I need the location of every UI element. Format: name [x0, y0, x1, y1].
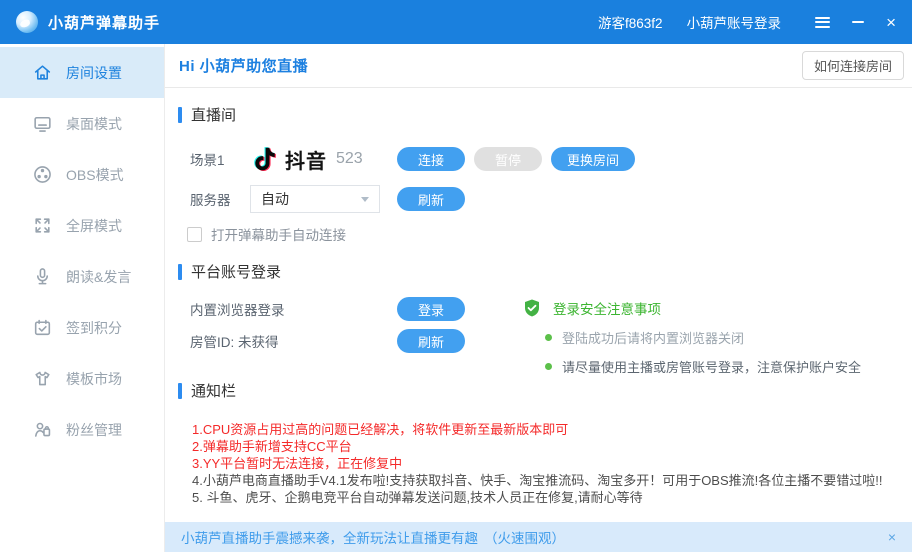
bullet-dot-icon [545, 334, 552, 341]
sidebar-item-desktop-mode[interactable]: 桌面模式 [0, 98, 164, 149]
greeting-text: Hi 小葫芦助您直播 [179, 58, 309, 75]
change-room-button[interactable]: 更换房间 [551, 147, 636, 171]
sidebar-item-label: 粉丝管理 [66, 421, 122, 438]
notice-item: 4.小葫芦电商直播助手V4.1发布啦!支持获取抖音、快手、淘宝推流码、淘宝多开！… [192, 473, 883, 488]
server-row: 服务器 自动 刷新 [190, 185, 912, 213]
sidebar-item-template-market[interactable]: 模板市场 [0, 353, 164, 404]
calendar-check-icon [32, 317, 53, 338]
tip-item: 请尽量使用主播或房管账号登录，注意保护账户安全 [522, 357, 912, 376]
douyin-icon [254, 147, 276, 172]
tips-title: 登录安全注意事项 [553, 302, 661, 317]
desktop-icon [32, 113, 53, 134]
notice-item: 2.弹幕助手新增支持CC平台 [192, 439, 352, 454]
guest-id-label[interactable]: 游客f863f2 [598, 12, 663, 32]
titlebar: 小葫芦弹幕助手 游客f863f2 小葫芦账号登录 × [0, 0, 912, 44]
platform-name: 抖音 [285, 150, 327, 173]
server-refresh-button[interactable]: 刷新 [397, 187, 465, 211]
notice-item: 3.YY平台暂时无法连接，正在修复中 [192, 456, 403, 471]
scene-row: 场景1 抖音 523 连接 暂停 更换房间 [190, 139, 912, 179]
login-button[interactable]: 登录 [397, 297, 465, 321]
app-title: 小葫芦弹幕助手 [48, 14, 161, 32]
platform-login-body: 内置浏览器登录 登录 房管ID: 未获得 刷新 登录安全注意事项 登陆成功后请将… [190, 296, 912, 375]
pause-button[interactable]: 暂停 [474, 147, 542, 171]
tip-item: 登陆成功后请将内置浏览器关闭 [522, 328, 912, 347]
main-panel: Hi 小葫芦助您直播 如何连接房间 直播间 场景1 抖音 523 连接 暂停 更… [165, 44, 912, 552]
how-to-connect-button[interactable]: 如何连接房间 [801, 51, 904, 80]
minimize-icon[interactable] [852, 12, 865, 32]
account-login-link[interactable]: 小葫芦账号登录 [687, 12, 782, 32]
platform-login-section-title: 平台账号登录 [178, 261, 912, 282]
sidebar-item-label: 模板市场 [66, 370, 122, 387]
menu-icon[interactable] [815, 12, 831, 32]
login-safety-tips: 登录安全注意事项 登陆成功后请将内置浏览器关闭 请尽量使用主播或房管账号登录，注… [522, 298, 912, 376]
main-header: Hi 小葫芦助您直播 如何连接房间 [165, 44, 912, 88]
live-room-section-title: 直播间 [178, 104, 912, 125]
sidebar-item-checkin-points[interactable]: 签到积分 [0, 302, 164, 353]
room-manager-id-label: 房管ID: 未获得 [190, 335, 279, 350]
fullscreen-icon [32, 215, 53, 236]
notice-section-title: 通知栏 [178, 380, 912, 401]
home-icon [32, 62, 53, 83]
server-select[interactable]: 自动 [250, 185, 380, 213]
notice-item: 5. 斗鱼、虎牙、企鹅电竞平台自动弹幕发送问题,技术人员正在修复,请耐心等待 [192, 490, 643, 505]
server-select-value: 自动 [261, 191, 289, 207]
promo-link[interactable]: （火速围观） [484, 527, 565, 547]
bullet-dot-icon [545, 363, 552, 370]
app-window: 小葫芦弹幕助手 游客f863f2 小葫芦账号登录 × 房间设置 桌面模式 OBS… [0, 0, 912, 552]
sidebar-item-label: 朗读&发言 [66, 268, 132, 285]
obs-icon [32, 164, 53, 185]
shield-check-icon [525, 299, 539, 317]
sidebar-item-label: 房间设置 [66, 64, 122, 81]
sidebar-item-label: 签到积分 [66, 319, 122, 336]
tip-text: 登陆成功后请将内置浏览器关闭 [562, 331, 745, 346]
chevron-down-icon [361, 196, 369, 202]
sidebar-item-label: 全屏模式 [66, 217, 122, 234]
sidebar-item-obs-mode[interactable]: OBS模式 [0, 149, 164, 200]
connect-button[interactable]: 连接 [397, 147, 465, 171]
promo-bar: 小葫芦直播助手震撼来袭，全新玩法让直播更有趣 （火速围观） × [165, 522, 912, 552]
sidebar-item-label: 桌面模式 [66, 115, 122, 132]
notice-list: 1.CPU资源占用过高的问题已经解决，将软件更新至最新版本即可 2.弹幕助手新增… [192, 421, 912, 506]
server-label: 服务器 [190, 193, 231, 208]
room-id: 523 [336, 150, 363, 167]
promo-close-icon[interactable]: × [888, 530, 896, 544]
tshirt-icon [32, 368, 53, 389]
auto-connect-row: 打开弹幕助手自动连接 [187, 225, 912, 243]
sidebar-item-fullscreen-mode[interactable]: 全屏模式 [0, 200, 164, 251]
sidebar: 房间设置 桌面模式 OBS模式 全屏模式 朗读&发言 签到积分 模板市场 粉丝管… [0, 44, 165, 552]
close-icon[interactable]: × [886, 12, 896, 32]
sidebar-item-label: OBS模式 [66, 166, 124, 183]
scene-label: 场景1 [190, 153, 225, 168]
auto-connect-label: 打开弹幕助手自动连接 [211, 228, 346, 243]
notice-item: 1.CPU资源占用过高的问题已经解决，将软件更新至最新版本即可 [192, 422, 569, 437]
microphone-icon [32, 266, 53, 287]
sidebar-item-fans-management[interactable]: 粉丝管理 [0, 404, 164, 455]
sidebar-item-read-speak[interactable]: 朗读&发言 [0, 251, 164, 302]
room-manager-refresh-button[interactable]: 刷新 [397, 329, 465, 353]
promo-text: 小葫芦直播助手震撼来袭，全新玩法让直播更有趣 [181, 531, 478, 546]
app-logo-icon [16, 11, 38, 33]
sidebar-item-room-settings[interactable]: 房间设置 [0, 47, 164, 98]
tip-text: 请尽量使用主播或房管账号登录，注意保护账户安全 [562, 360, 862, 375]
fans-icon [32, 419, 53, 440]
browser-login-label: 内置浏览器登录 [190, 303, 285, 318]
auto-connect-checkbox[interactable] [187, 226, 202, 242]
